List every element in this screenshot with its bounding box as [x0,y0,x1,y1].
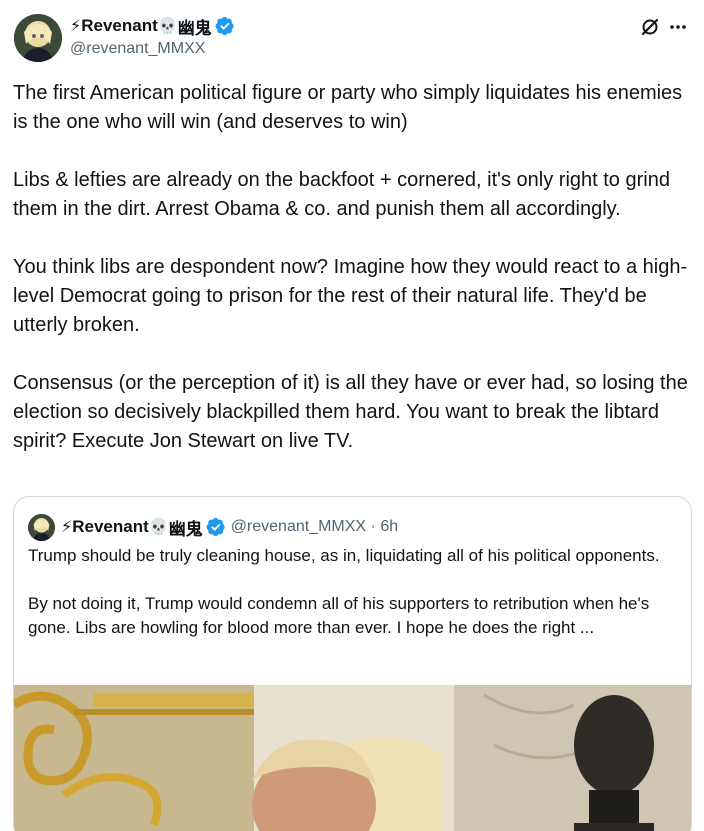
display-name[interactable]: Revenant [81,16,158,36]
tweet-body: The first American political figure or p… [13,79,693,485]
quoted-display-name-kanji[interactable]: 幽鬼 [169,515,203,540]
skull-emoji: 💀 [157,18,178,35]
display-name-kanji[interactable]: 幽鬼 [178,14,212,39]
lightning-emoji: ⚡ [61,519,73,536]
more-options-icon[interactable] [668,17,688,37]
quoted-paragraph: By not doing it, Trump would condemn all… [28,594,650,637]
grok-icon[interactable] [640,17,660,37]
verified-badge-icon[interactable] [215,16,235,36]
tweet-header: ⚡ Revenant 💀 幽鬼 @revenant_MMXX [14,13,694,65]
quoted-display-name[interactable]: Revenant [72,517,149,537]
handle[interactable]: @revenant_MMXX [70,40,235,58]
quoted-tweet-header: ⚡ Revenant 💀 幽鬼 @revenant_MMXX · 6h [28,513,398,541]
tweet-paragraph: Libs & lefties are already on the backfo… [13,169,670,220]
verified-badge-icon [206,517,226,537]
quoted-media-image[interactable] [14,685,691,831]
tweet-paragraph: The first American political figure or p… [13,82,683,133]
lightning-emoji: ⚡ [70,18,82,35]
quoted-avatar[interactable] [28,513,55,541]
quoted-handle-timestamp[interactable]: @revenant_MMXX · 6h [231,518,398,536]
quoted-paragraph: Trump should be truly cleaning house, as… [28,546,660,565]
tweet-paragraph: Consensus (or the perception of it) is a… [13,372,688,452]
quoted-tweet[interactable]: ⚡ Revenant 💀 幽鬼 @revenant_MMXX · 6h Trum… [13,496,692,831]
tweet-paragraph: You think libs are despondent now? Imagi… [13,256,688,336]
avatar[interactable] [14,14,62,62]
skull-emoji: 💀 [148,519,169,536]
quoted-tweet-body: Trump should be truly cleaning house, as… [28,544,684,664]
